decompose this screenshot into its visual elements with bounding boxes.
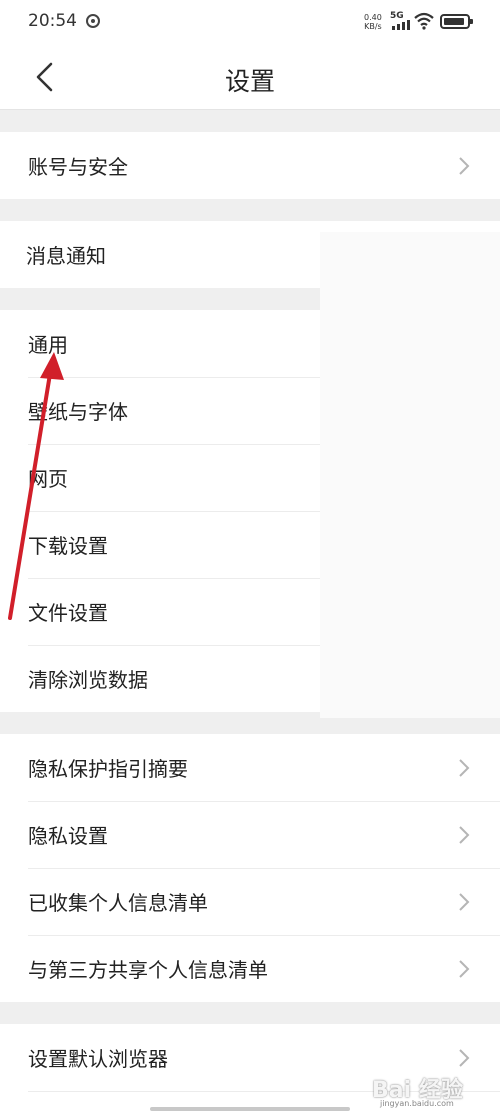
group-divider <box>0 712 500 734</box>
chevron-right-icon <box>459 825 470 844</box>
status-time: 20:54 <box>28 11 77 31</box>
settings-group-privacy: 隐私保护指引摘要 隐私设置 已收集个人信息清单 与第三方共享个人信息清单 <box>0 734 500 1002</box>
group-divider <box>0 110 500 132</box>
page-title: 设置 <box>224 67 275 96</box>
settings-row-download[interactable]: 下载设置 <box>0 511 500 578</box>
signal-icon <box>392 20 410 30</box>
row-label: 通用 <box>28 333 68 357</box>
battery-icon <box>440 14 473 29</box>
settings-row-clear-browsing-data[interactable]: 清除浏览数据 <box>0 645 500 712</box>
row-label: 壁纸与字体 <box>28 400 128 424</box>
row-label: 设置默认浏览器 <box>28 1047 168 1071</box>
settings-row-collected-info[interactable]: 已收集个人信息清单 <box>0 868 500 935</box>
vpn-icon <box>86 14 100 28</box>
settings-row-webpage[interactable]: 网页 <box>0 444 500 511</box>
row-label: 消息通知 <box>26 244 106 268</box>
row-label: 网页 <box>28 467 68 491</box>
settings-row-message-notification[interactable]: 消息通知 <box>0 221 500 288</box>
row-label: 与第三方共享个人信息清单 <box>28 958 268 982</box>
chevron-right-icon <box>459 959 470 978</box>
settings-row-account-security[interactable]: 账号与安全 <box>0 132 500 199</box>
settings-row-file[interactable]: 文件设置 <box>0 578 500 645</box>
settings-row-shared-info[interactable]: 与第三方共享个人信息清单 <box>0 935 500 1002</box>
home-indicator[interactable] <box>150 1107 350 1111</box>
group-divider <box>0 199 500 221</box>
settings-row-privacy-summary[interactable]: 隐私保护指引摘要 <box>0 734 500 801</box>
settings-group-account: 账号与安全 <box>0 132 500 199</box>
chevron-right-icon <box>459 156 470 175</box>
group-divider <box>0 1002 500 1024</box>
chevron-right-icon <box>459 758 470 777</box>
baidu-watermark: Bai 经验 jingyan.baidu.com <box>372 1072 492 1112</box>
row-label: 清除浏览数据 <box>28 668 148 692</box>
network-speed: 0.40 KB/s <box>364 13 382 31</box>
nav-bar: 设置 <box>0 44 500 110</box>
network-speed-unit: KB/s <box>364 22 382 31</box>
wifi-icon <box>414 12 434 30</box>
row-label: 隐私保护指引摘要 <box>28 757 188 781</box>
watermark-domain: jingyan.baidu.com <box>380 1099 454 1108</box>
settings-row-general[interactable]: 通用 <box>0 310 500 377</box>
settings-group-general: 通用 壁纸与字体 网页 下载设置 文件设置 清除浏览数据 <box>0 310 500 712</box>
status-bar: 20:54 0.40 KB/s 5G <box>0 0 500 44</box>
settings-row-privacy-settings[interactable]: 隐私设置 <box>0 801 500 868</box>
row-label: 已收集个人信息清单 <box>28 891 208 915</box>
row-label: 账号与安全 <box>28 155 128 179</box>
settings-group-notification: 消息通知 <box>0 221 500 288</box>
row-label: 隐私设置 <box>28 824 108 848</box>
chevron-right-icon <box>459 1048 470 1067</box>
group-divider <box>0 288 500 310</box>
chevron-right-icon <box>459 892 470 911</box>
network-speed-value: 0.40 <box>364 13 382 22</box>
row-label: 下载设置 <box>28 534 108 558</box>
settings-row-wallpaper-font[interactable]: 壁纸与字体 <box>0 377 500 444</box>
row-label: 文件设置 <box>28 601 108 625</box>
